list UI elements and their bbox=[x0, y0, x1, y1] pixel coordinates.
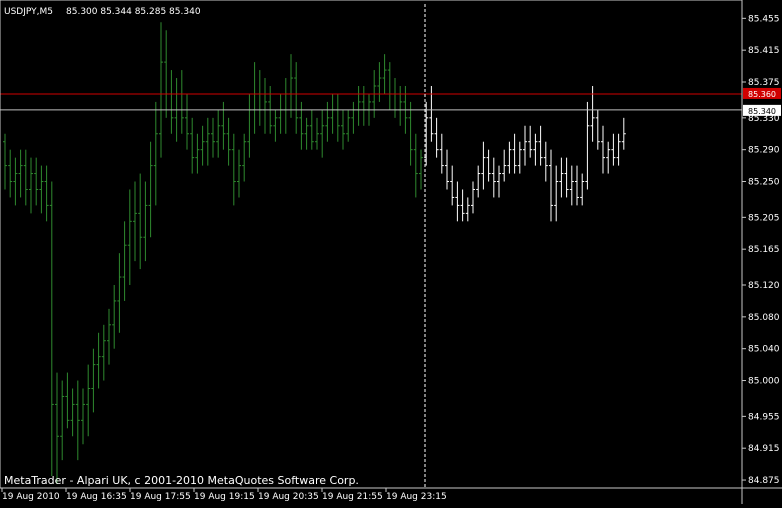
price-tick-label: 85.000 bbox=[748, 377, 780, 387]
price-tick-label: 85.040 bbox=[748, 345, 780, 355]
copyright-text: MetaTrader - Alpari UK, c 2001-2010 Meta… bbox=[4, 474, 359, 487]
ask-tag-label: 85.360 bbox=[748, 90, 776, 99]
ask-price-tag: 85.360 bbox=[743, 87, 781, 99]
price-tick-label: 85.250 bbox=[748, 178, 780, 188]
price-tick-label: 85.120 bbox=[748, 281, 780, 291]
time-tick-label: 19 Aug 17:55 bbox=[130, 492, 191, 502]
time-tick-label: 19 Aug 23:15 bbox=[386, 492, 447, 502]
chart-background bbox=[0, 0, 782, 504]
symbol-header: USDJPY,M5 bbox=[4, 7, 53, 17]
price-tick-label: 85.165 bbox=[748, 245, 780, 255]
price-tick-label: 85.455 bbox=[748, 14, 780, 24]
time-tick-label: 19 Aug 20:35 bbox=[258, 492, 319, 502]
price-tick-label: 84.955 bbox=[748, 412, 780, 422]
price-tick-label: 85.290 bbox=[748, 146, 780, 156]
price-axis: 85.45585.41585.37585.33085.29085.25085.2… bbox=[742, 14, 780, 486]
bid-tag-label: 85.340 bbox=[748, 107, 776, 116]
price-tick-label: 85.375 bbox=[748, 78, 780, 88]
time-tick-label: 19 Aug 16:35 bbox=[66, 492, 127, 502]
bid-price-tag: 85.340 bbox=[743, 104, 781, 116]
time-tick-label: 19 Aug 21:55 bbox=[322, 492, 383, 502]
price-tick-label: 84.875 bbox=[748, 476, 780, 486]
time-tick-label: 19 Aug 19:15 bbox=[194, 492, 255, 502]
price-tick-label: 85.205 bbox=[748, 213, 780, 223]
price-tick-label: 85.080 bbox=[748, 313, 780, 323]
price-tick-label: 85.415 bbox=[748, 46, 780, 56]
chart-window[interactable]: 85.455 85.415 85.375 85.330 85.290 85.250 85.2… bbox=[0, 0, 782, 504]
price-chart[interactable]: 85.45585.41585.37585.33085.29085.25085.2… bbox=[0, 0, 782, 504]
ohlc-header: 85.300 85.344 85.285 85.340 bbox=[66, 7, 201, 17]
price-tick-label: 84.915 bbox=[748, 444, 780, 454]
time-tick-label: 19 Aug 2010 bbox=[2, 492, 60, 502]
